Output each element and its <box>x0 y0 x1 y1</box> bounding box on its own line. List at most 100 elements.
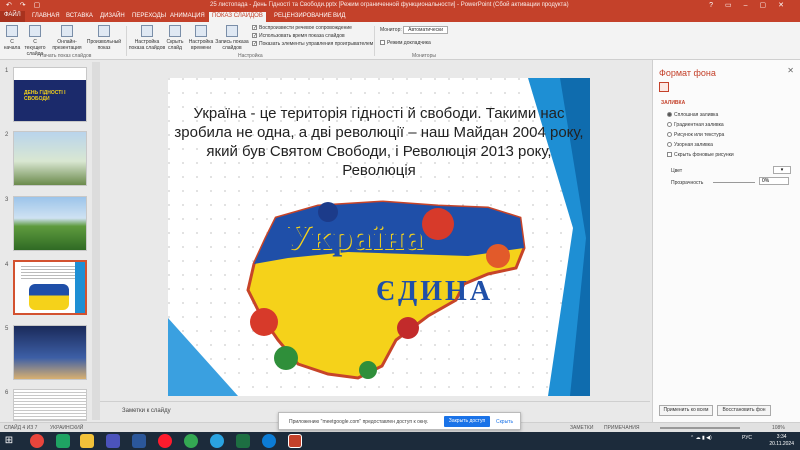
pattern-fill-radio[interactable]: Узорная заливка <box>667 142 713 148</box>
paint-bucket-icon[interactable] <box>659 82 669 92</box>
tab-view[interactable]: ВИД <box>333 13 345 19</box>
tab-review[interactable]: РЕЦЕНЗИРОВАНИЕ <box>274 13 332 19</box>
taskbar: ⊞ ⌃ ☁ ▮ ◀) РУС 3:34 20.11.2024 <box>0 432 800 450</box>
powerpoint-icon[interactable] <box>288 434 302 448</box>
transparency-input[interactable]: 0% <box>759 177 789 185</box>
app-icon[interactable] <box>56 434 70 448</box>
word-icon[interactable] <box>132 434 146 448</box>
chrome-icon[interactable] <box>30 434 44 448</box>
slide-thumbnail[interactable] <box>13 196 87 251</box>
rehearse-timings-button[interactable]: Настройка времени <box>187 25 215 51</box>
check-icon: ✓ <box>252 41 258 48</box>
comments-toggle[interactable]: ПРИМЕЧАНИЯ <box>604 425 640 431</box>
opera-icon[interactable] <box>158 434 172 448</box>
hide-slide-button[interactable]: Скрыть слайд <box>164 25 186 51</box>
teams-icon[interactable] <box>106 434 120 448</box>
narration-checkbox[interactable]: ✓ Воспроизвести речевое сопровождение <box>252 25 352 31</box>
tray-icons[interactable]: ⌃ ☁ ▮ ◀) <box>690 435 712 441</box>
hide-slide-icon <box>169 25 181 37</box>
notes-toggle[interactable]: ЗАМЕТКИ <box>570 425 593 431</box>
edge-icon[interactable] <box>262 434 276 448</box>
hide-background-graphics-checkbox[interactable]: Скрыть фоновые рисунки <box>667 152 734 158</box>
radio-icon <box>667 122 672 128</box>
slide-canvas[interactable]: Україна - це територія гідності й свобод… <box>168 78 590 396</box>
record-show-button[interactable]: Запись показа слайдов <box>215 25 249 51</box>
check-icon: ✓ <box>252 25 258 32</box>
tab-design[interactable]: ДИЗАЙН <box>100 13 125 19</box>
solid-fill-radio[interactable]: Сплошная заливка <box>667 112 718 118</box>
map-subtitle-text: ЄДИНА <box>376 276 494 307</box>
input-language[interactable]: РУС <box>742 435 752 441</box>
thumbnail-map <box>29 284 69 310</box>
transparency-label: Прозрачность <box>671 180 704 186</box>
transparency-slider[interactable] <box>713 182 755 183</box>
slide-text-box[interactable]: Україна - це територія гідності й свобод… <box>168 104 590 180</box>
tab-file[interactable]: ФАЙЛ <box>0 11 25 22</box>
record-icon <box>226 25 238 37</box>
fill-section-header[interactable]: ЗАЛИВКА <box>661 100 685 106</box>
notes-placeholder: Заметки к слайду <box>122 408 171 414</box>
window-controls[interactable]: ?▭–▢✕ <box>709 1 796 9</box>
language-indicator[interactable]: УКРАИНСКИЙ <box>50 425 83 431</box>
online-presentation-button[interactable]: Онлайн-презентация <box>50 25 84 51</box>
slide-thumbnail[interactable]: ДЕНЬ ГІДНОСТІ І СВОБОДИ <box>13 67 87 122</box>
thumbnail-pane: 1 ДЕНЬ ГІДНОСТІ І СВОБОДИ 2 3 4 5 6 <box>0 60 95 422</box>
globe-icon <box>61 25 73 37</box>
presenter-view-checkbox[interactable]: Режим докладчика <box>380 40 431 46</box>
quick-access-toolbar[interactable]: ↶ ↷ ▢ <box>6 1 43 9</box>
radio-icon <box>667 142 672 148</box>
zoom-slider[interactable] <box>660 427 740 429</box>
ribbon: С начала С текущего слайда Онлайн-презен… <box>0 22 800 60</box>
ribbon-separator <box>374 26 375 56</box>
setup-show-button[interactable]: Настройка показа слайдов <box>128 25 166 51</box>
slide-counter: СЛАЙД 4 ИЗ 7 <box>4 425 38 431</box>
flower <box>359 361 377 379</box>
chrome-secondary-icon[interactable] <box>184 434 198 448</box>
group-label: Мониторы <box>412 53 436 59</box>
timings-checkbox[interactable]: ✓ Использовать время показа слайдов <box>252 33 345 39</box>
radio-icon <box>667 112 672 118</box>
slide-number: 1 <box>5 68 9 74</box>
tab-slideshow[interactable]: ПОКАЗ СЛАЙДОВ <box>209 12 266 22</box>
tab-animation[interactable]: АНИМАЦИЯ <box>170 13 205 19</box>
slideshow-start-icon <box>6 25 18 37</box>
slide-thumbnail[interactable] <box>13 325 87 380</box>
media-controls-checkbox[interactable]: ✓ Показать элементы управления проигрыват… <box>252 41 373 47</box>
slideshow-current-icon <box>29 25 41 37</box>
title-bar: ↶ ↷ ▢ 25 листопада - День Гідності та Св… <box>0 0 800 11</box>
checkbox-icon <box>667 152 672 158</box>
monitor-select[interactable]: Монитор: Автоматически <box>380 26 449 34</box>
telegram-icon[interactable] <box>210 434 224 448</box>
screen-share-infobar: Приложению "meetgoogle.com" предоставлен… <box>278 412 521 430</box>
tab-transitions[interactable]: ПЕРЕХОДЫ <box>132 13 166 19</box>
color-picker[interactable]: ▾ <box>773 166 791 174</box>
zoom-level[interactable]: 108% <box>772 425 785 431</box>
group-label: Начать показ слайдов <box>40 53 92 59</box>
apply-all-button[interactable]: Применить ко всем <box>659 405 713 416</box>
taskbar-clock[interactable]: 3:34 20.11.2024 <box>769 434 794 448</box>
ribbon-separator <box>126 26 127 56</box>
hide-link[interactable]: Скрыть <box>496 419 513 425</box>
flower <box>274 346 298 370</box>
reset-background-button[interactable]: Восстановить фон <box>717 405 771 416</box>
picture-fill-radio[interactable]: Рисунок или текстура <box>667 132 724 138</box>
tab-insert[interactable]: ВСТАВКА <box>66 13 93 19</box>
gradient-fill-radio[interactable]: Градиентная заливка <box>667 122 724 128</box>
slide-thumbnail[interactable] <box>13 131 87 186</box>
slide-thumbnail[interactable] <box>13 389 87 421</box>
ribbon-tabs: ФАЙЛ ГЛАВНАЯ ВСТАВКА ДИЗАЙН ПЕРЕХОДЫ АНИ… <box>0 11 800 22</box>
slide-number: 2 <box>5 132 9 138</box>
excel-icon[interactable] <box>236 434 250 448</box>
check-icon: ✓ <box>252 33 258 40</box>
thumbnail-scrollbar[interactable] <box>92 62 100 420</box>
stop-sharing-button[interactable]: Закрыть доступ <box>444 416 490 427</box>
from-beginning-button[interactable]: С начала <box>2 25 22 51</box>
map-title-text: Україна <box>286 217 424 257</box>
custom-show-button[interactable]: Произвольный показ <box>86 25 122 51</box>
windows-start-icon[interactable]: ⊞ <box>2 434 16 448</box>
timer-icon <box>195 25 207 37</box>
tab-home[interactable]: ГЛАВНАЯ <box>32 13 60 19</box>
file-explorer-icon[interactable] <box>80 434 94 448</box>
slide-thumbnail-selected[interactable] <box>13 260 87 315</box>
close-icon[interactable]: ✕ <box>787 66 794 75</box>
